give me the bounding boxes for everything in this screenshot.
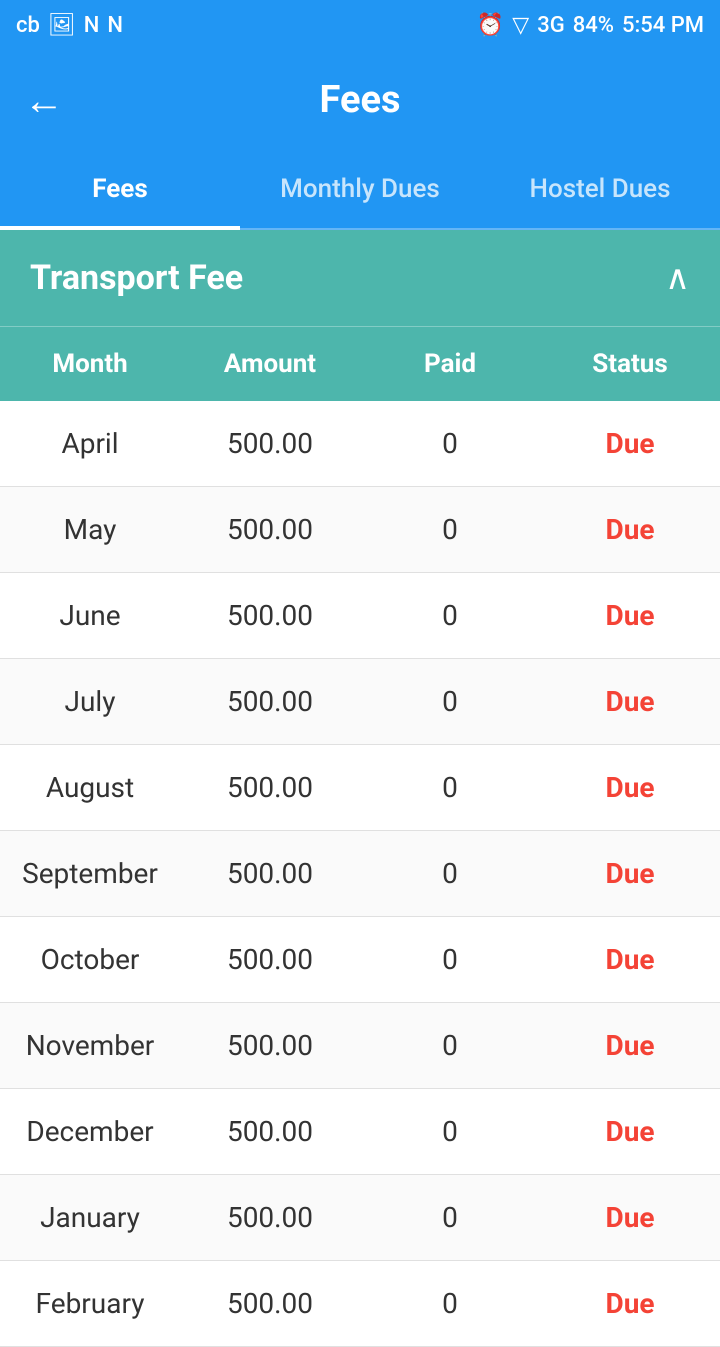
cell-status: Due — [540, 745, 720, 830]
cell-status: Due — [540, 1003, 720, 1088]
column-header-month: Month — [0, 327, 180, 401]
cell-paid: 0 — [360, 745, 540, 830]
cell-amount: 500.00 — [180, 573, 360, 658]
cell-status: Due — [540, 659, 720, 744]
cell-amount: 500.00 — [180, 831, 360, 916]
cell-month: July — [0, 659, 180, 744]
column-header-paid: Paid — [360, 327, 540, 401]
cell-month: April — [0, 401, 180, 486]
page-title: Fees — [319, 78, 400, 122]
cell-paid: 0 — [360, 917, 540, 1002]
tab-hostel-dues[interactable]: Hostel Dues — [480, 150, 720, 228]
cell-month: November — [0, 1003, 180, 1088]
cell-paid: 0 — [360, 1003, 540, 1088]
cell-month: October — [0, 917, 180, 1002]
status-bar: cb 🖼 N N ⏰ ▽ 3G 84% 5:54 PM — [0, 0, 720, 50]
cell-paid: 0 — [360, 1175, 540, 1260]
cell-paid: 0 — [360, 659, 540, 744]
column-header-amount: Amount — [180, 327, 360, 401]
cell-status: Due — [540, 1261, 720, 1346]
cell-month: August — [0, 745, 180, 830]
table-row: May 500.00 0 Due — [0, 487, 720, 573]
cell-amount: 500.00 — [180, 917, 360, 1002]
fees-table: April 500.00 0 Due May 500.00 0 Due June… — [0, 401, 720, 1347]
cell-month: December — [0, 1089, 180, 1174]
cell-paid: 0 — [360, 401, 540, 486]
cell-paid: 0 — [360, 1261, 540, 1346]
cell-status: Due — [540, 917, 720, 1002]
table-row: June 500.00 0 Due — [0, 573, 720, 659]
tabs-container: Fees Monthly Dues Hostel Dues — [0, 150, 720, 230]
tab-monthly-dues[interactable]: Monthly Dues — [240, 150, 480, 228]
table-row: July 500.00 0 Due — [0, 659, 720, 745]
cell-amount: 500.00 — [180, 401, 360, 486]
cell-status: Due — [540, 401, 720, 486]
cell-paid: 0 — [360, 831, 540, 916]
cell-paid: 0 — [360, 573, 540, 658]
app-icon-n2: N — [107, 13, 123, 38]
table-row: November 500.00 0 Due — [0, 1003, 720, 1089]
table-row: April 500.00 0 Due — [0, 401, 720, 487]
cell-amount: 500.00 — [180, 659, 360, 744]
section-title: Transport Fee — [30, 258, 243, 298]
cell-amount: 500.00 — [180, 1175, 360, 1260]
table-row: January 500.00 0 Due — [0, 1175, 720, 1261]
alarm-icon: ⏰ — [477, 13, 504, 38]
app-icon-n1: N — [84, 13, 100, 38]
chevron-up-icon: ∧ — [665, 258, 690, 298]
table-row: August 500.00 0 Due — [0, 745, 720, 831]
app-bar: ← Fees — [0, 50, 720, 150]
cell-month: May — [0, 487, 180, 572]
cell-paid: 0 — [360, 1089, 540, 1174]
table-row: September 500.00 0 Due — [0, 831, 720, 917]
cell-amount: 500.00 — [180, 745, 360, 830]
cell-amount: 500.00 — [180, 1089, 360, 1174]
cell-month: January — [0, 1175, 180, 1260]
table-row: February 500.00 0 Due — [0, 1261, 720, 1347]
cell-amount: 500.00 — [180, 1261, 360, 1346]
cell-status: Due — [540, 831, 720, 916]
back-button[interactable]: ← — [24, 77, 64, 124]
time-label: 5:54 PM — [622, 13, 704, 38]
app-icon-cb: cb — [16, 13, 40, 38]
network-label: 3G — [537, 13, 565, 38]
cell-amount: 500.00 — [180, 487, 360, 572]
column-header-status: Status — [540, 327, 720, 401]
table-row: October 500.00 0 Due — [0, 917, 720, 1003]
cell-status: Due — [540, 1089, 720, 1174]
cell-status: Due — [540, 1175, 720, 1260]
table-row: December 500.00 0 Due — [0, 1089, 720, 1175]
cell-month: June — [0, 573, 180, 658]
table-header: Month Amount Paid Status — [0, 326, 720, 401]
cell-status: Due — [540, 573, 720, 658]
battery-label: 84% — [573, 13, 614, 38]
cell-status: Due — [540, 487, 720, 572]
cell-month: February — [0, 1261, 180, 1346]
tab-fees[interactable]: Fees — [0, 150, 240, 228]
cell-paid: 0 — [360, 487, 540, 572]
app-icon-image: 🖼 — [48, 13, 76, 38]
wifi-icon: ▽ — [512, 13, 529, 38]
status-icons-left: cb 🖼 N N — [16, 13, 123, 38]
transport-fee-section-header[interactable]: Transport Fee ∧ — [0, 230, 720, 326]
cell-amount: 500.00 — [180, 1003, 360, 1088]
status-icons-right: ⏰ ▽ 3G 84% 5:54 PM — [477, 13, 704, 38]
cell-month: September — [0, 831, 180, 916]
